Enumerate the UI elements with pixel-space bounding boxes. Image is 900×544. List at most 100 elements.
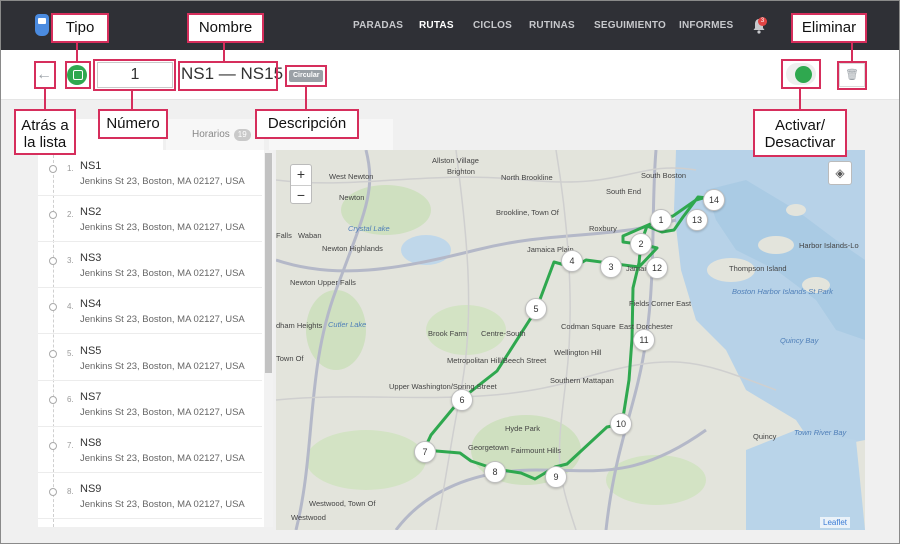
callout-target-box [781, 59, 821, 89]
nav-rutinas[interactable]: RUTINAS [529, 20, 575, 31]
map-label: Fairmount Hills [511, 446, 562, 455]
stop-list: 1. NS1 Jenkins St 23, Boston, MA 02127, … [38, 150, 273, 527]
map-label: Cutler Lake [328, 320, 367, 329]
stop-address: Jenkins St 23, Boston, MA 02127, USA [80, 222, 245, 233]
tab-horarios[interactable]: Horarios 19 [166, 119, 264, 150]
map-label: Thompson Island [729, 264, 787, 273]
callout-atras-line2: la lista [23, 134, 67, 152]
map-label: West Newton [329, 172, 374, 181]
map-stop-marker[interactable]: 7 [414, 441, 436, 463]
list-item[interactable]: 8. NS9 Jenkins St 23, Boston, MA 02127, … [38, 473, 262, 519]
map-label: Quincy Bay [780, 336, 819, 345]
stop-address: Jenkins St 23, Boston, MA 02127, USA [80, 314, 245, 325]
callout-target-box [93, 59, 176, 91]
map-label: South Boston [641, 171, 687, 180]
notification-badge: 3 [758, 17, 767, 26]
app-logo-icon[interactable] [35, 14, 49, 36]
list-item[interactable]: 5. NS5 Jenkins St 23, Boston, MA 02127, … [38, 335, 262, 381]
map-stop-marker[interactable]: 10 [610, 413, 632, 435]
list-item[interactable]: 6. NS7 Jenkins St 23, Boston, MA 02127, … [38, 381, 262, 427]
map-stop-marker[interactable]: 13 [686, 209, 708, 231]
map-label: North Brookline [501, 173, 553, 182]
callout-eliminar: Eliminar [791, 13, 867, 43]
map-label: Codman Square [561, 322, 616, 331]
map-label: Harbor Islands-Lo [799, 241, 859, 250]
list-item[interactable]: 1. NS1 Jenkins St 23, Boston, MA 02127, … [38, 150, 262, 196]
map-attribution[interactable]: Leaflet [820, 517, 851, 528]
tab-horarios-count: 19 [233, 129, 251, 141]
stop-name: NS2 [80, 206, 102, 218]
list-item[interactable]: 4. NS4 Jenkins St 23, Boston, MA 02127, … [38, 288, 262, 334]
map-label: Wellington Hill [554, 348, 602, 357]
map-stop-marker[interactable]: 5 [525, 298, 547, 320]
callout-activar: Activar/ Desactivar [753, 109, 847, 157]
stop-dot-icon [49, 488, 57, 496]
map-label: Roxbury [589, 224, 617, 233]
map-label: Newton [339, 193, 365, 202]
callout-descripcion: Descripción [255, 109, 359, 139]
callout-target-box [65, 61, 91, 89]
stop-dot-icon [49, 396, 57, 404]
callout-nombre: Nombre [187, 13, 264, 43]
map-label: Brook Farm [428, 329, 468, 338]
nav-paradas[interactable]: PARADAS [353, 20, 403, 31]
map-stop-marker[interactable]: 3 [600, 256, 622, 278]
stop-dot-icon [49, 303, 57, 311]
map-label: South End [606, 187, 642, 196]
map-stop-marker[interactable]: 4 [561, 250, 583, 272]
tab-horarios-label: Horarios [192, 129, 230, 140]
map-stop-marker[interactable]: 6 [451, 389, 473, 411]
stop-dot-icon [49, 442, 57, 450]
map-label: Metropolitan Hill/Beech Street [447, 356, 547, 365]
nav-ciclos[interactable]: CICLOS [473, 20, 512, 31]
map-stop-marker[interactable]: 11 [633, 329, 655, 351]
map-label: Newton Upper Falls [290, 278, 356, 287]
map-label: Allston Village [432, 156, 479, 165]
nav-rutas[interactable]: RUTAS [419, 20, 454, 31]
callout-target-box [837, 61, 867, 90]
map-label: Hyde Park [505, 424, 541, 433]
stop-index: 8. [67, 487, 74, 496]
list-item[interactable]: 3. NS3 Jenkins St 23, Boston, MA 02127, … [38, 242, 262, 288]
nav-seguimiento[interactable]: SEGUIMIENTO [594, 20, 666, 31]
callout-atras-line1: Atrás a [21, 117, 69, 134]
stop-index: 5. [67, 349, 74, 358]
stop-name: NS1 [80, 160, 102, 172]
map-label: Georgetown [468, 443, 509, 452]
callout-activar-line1: Activar/ [774, 117, 825, 134]
map-label: Waban [298, 231, 322, 240]
stop-dot-icon [49, 211, 57, 219]
map-stop-marker[interactable]: 1 [650, 209, 672, 231]
list-item[interactable]: 2. NS2 Jenkins St 23, Boston, MA 02127, … [38, 196, 262, 242]
callout-leader [305, 87, 307, 109]
map-label: Upper Washington/Spring Street [389, 382, 497, 391]
map-stop-marker[interactable]: 14 [703, 189, 725, 211]
list-item[interactable]: 7. NS8 Jenkins St 23, Boston, MA 02127, … [38, 427, 262, 473]
nav-informes[interactable]: INFORMES [679, 20, 733, 31]
map-label: Westwood [291, 513, 326, 522]
map-stop-marker[interactable]: 9 [545, 466, 567, 488]
map-stop-marker[interactable]: 2 [630, 233, 652, 255]
map-zoom-control: + − [290, 164, 312, 204]
layers-icon[interactable]: ◈ [828, 161, 852, 185]
zoom-out-button[interactable]: − [291, 185, 311, 204]
map-stop-marker[interactable]: 8 [484, 461, 506, 483]
stop-address: Jenkins St 23, Boston, MA 02127, USA [80, 407, 245, 418]
stop-index: 3. [67, 256, 74, 265]
map-label: Town Of [276, 354, 304, 363]
zoom-in-button[interactable]: + [291, 165, 311, 184]
stop-index: 4. [67, 302, 74, 311]
app-window: PARADAS RUTAS CICLOS RUTINAS SEGUIMIENTO… [0, 0, 900, 544]
stop-name: NS8 [80, 437, 102, 449]
stop-index: 1. [67, 164, 74, 173]
map-label: Quincy [753, 432, 777, 441]
map-stop-marker[interactable]: 12 [646, 257, 668, 279]
callout-target-box [178, 61, 278, 91]
callout-target-box [285, 65, 327, 87]
top-nav-bar: PARADAS RUTAS CICLOS RUTINAS SEGUIMIENTO… [1, 1, 899, 50]
route-map[interactable]: Allston Village Brighton North Brookline… [276, 150, 865, 530]
stop-list-scroll-thumb[interactable] [265, 153, 272, 373]
stop-name: NS9 [80, 483, 102, 495]
callout-leader [76, 43, 78, 61]
stop-name: NS7 [80, 391, 102, 403]
